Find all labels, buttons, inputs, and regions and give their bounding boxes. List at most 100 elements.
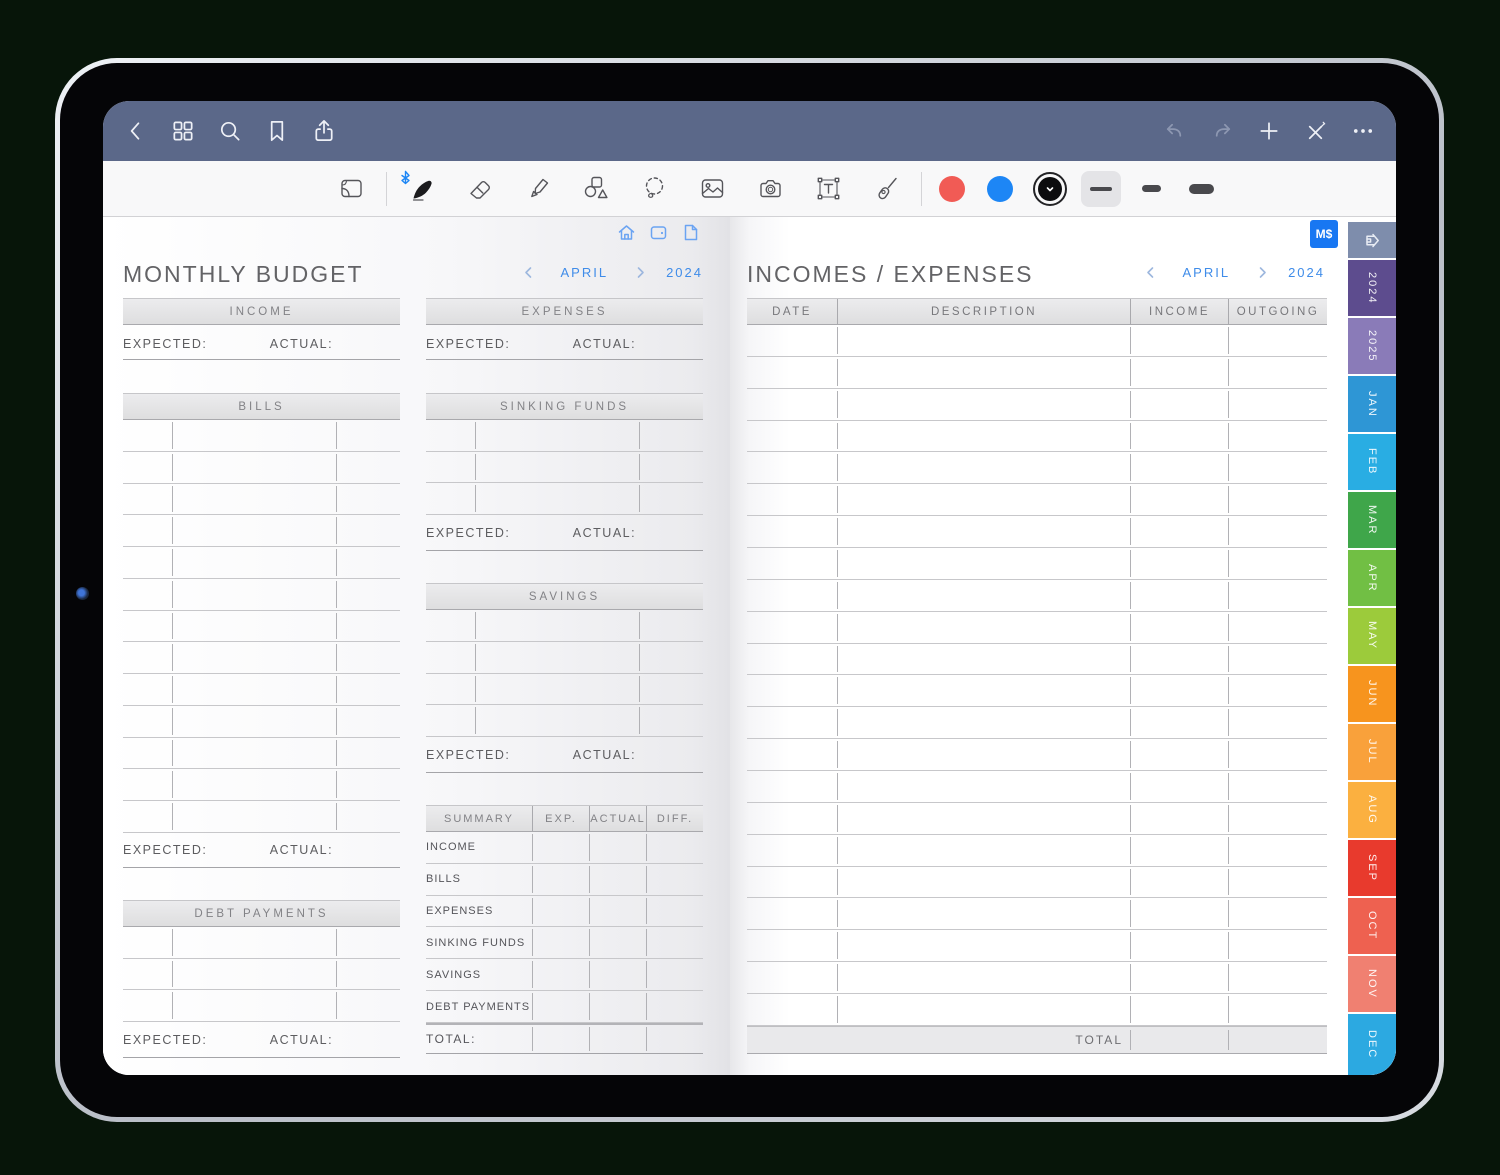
year-label[interactable]: 2024 xyxy=(666,265,703,280)
table-row[interactable] xyxy=(123,674,400,706)
table-row[interactable] xyxy=(747,644,1327,676)
lasso-tool-icon[interactable] xyxy=(640,174,668,204)
tab-jul[interactable]: JUL xyxy=(1348,724,1396,780)
transactions-total-row[interactable]: TOTAL xyxy=(747,1026,1327,1054)
search-icon[interactable] xyxy=(216,118,243,145)
table-row[interactable] xyxy=(123,769,400,802)
highlighter-tool-icon[interactable] xyxy=(524,174,552,204)
share-icon[interactable] xyxy=(310,118,337,145)
table-row[interactable] xyxy=(123,738,400,770)
stroke-thin-button[interactable] xyxy=(1081,170,1121,207)
tab-mar[interactable]: MAR xyxy=(1348,492,1396,548)
bills-expected-actual-row[interactable]: EXPECTED: ACTUAL: xyxy=(123,833,400,868)
back-icon[interactable] xyxy=(122,118,149,145)
tab-2024[interactable]: 2024 xyxy=(1348,260,1396,316)
table-row[interactable] xyxy=(747,484,1327,517)
image-tool-icon[interactable] xyxy=(698,174,726,204)
tab-jan[interactable]: JAN xyxy=(1348,376,1396,432)
year-label[interactable]: 2024 xyxy=(1288,265,1325,280)
table-row[interactable] xyxy=(123,452,400,484)
more-icon[interactable] xyxy=(1349,118,1376,145)
color-blue-swatch[interactable] xyxy=(987,175,1013,202)
shapes-tool-icon[interactable] xyxy=(582,174,610,204)
color-black-selected-swatch[interactable] xyxy=(1033,171,1067,206)
expenses-expected-actual-row[interactable]: EXPECTED: ACTUAL: xyxy=(426,329,703,360)
table-row[interactable] xyxy=(426,483,703,516)
close-pen-icon[interactable] xyxy=(1302,118,1329,145)
summary-row[interactable]: SINKING FUNDS xyxy=(426,927,703,960)
tab-feb[interactable]: FEB xyxy=(1348,434,1396,490)
prev-month-icon[interactable] xyxy=(521,264,537,280)
summary-row[interactable]: SAVINGS xyxy=(426,959,703,992)
table-row[interactable] xyxy=(747,803,1327,835)
laser-pointer-tool-icon[interactable] xyxy=(872,174,900,204)
next-month-icon[interactable] xyxy=(1254,264,1270,280)
debt-expected-actual-row[interactable]: EXPECTED: ACTUAL: xyxy=(123,1022,400,1058)
bookmark-icon[interactable] xyxy=(263,118,290,145)
table-row[interactable] xyxy=(747,707,1327,740)
table-row[interactable] xyxy=(426,420,703,452)
table-row[interactable] xyxy=(747,930,1327,963)
table-row[interactable] xyxy=(747,357,1327,389)
table-row[interactable] xyxy=(123,959,400,991)
table-row[interactable] xyxy=(123,579,400,611)
summary-row[interactable]: DEBT PAYMENTS xyxy=(426,991,703,1023)
camera-tool-icon[interactable] xyxy=(756,174,784,204)
table-row[interactable] xyxy=(747,994,1327,1026)
tab-may[interactable]: MAY xyxy=(1348,608,1396,664)
table-row[interactable] xyxy=(123,547,400,579)
savings-expected-actual-row[interactable]: EXPECTED: ACTUAL: xyxy=(426,737,703,773)
summary-row[interactable]: INCOME xyxy=(426,832,703,864)
tab-dec[interactable]: DEC xyxy=(1348,1014,1396,1075)
income-expected-actual-row[interactable]: EXPECTED: ACTUAL: xyxy=(123,329,400,360)
table-row[interactable] xyxy=(747,548,1327,580)
table-row[interactable] xyxy=(123,927,400,959)
table-row[interactable] xyxy=(123,515,400,548)
table-row[interactable] xyxy=(747,421,1327,453)
table-row[interactable] xyxy=(747,580,1327,612)
tab-sep[interactable]: SEP xyxy=(1348,840,1396,896)
text-tool-icon[interactable] xyxy=(814,174,842,204)
table-row[interactable] xyxy=(747,516,1327,549)
summary-row[interactable]: EXPENSES xyxy=(426,896,703,928)
table-row[interactable] xyxy=(426,642,703,674)
table-row[interactable] xyxy=(747,867,1327,899)
table-row[interactable] xyxy=(123,611,400,643)
table-row[interactable] xyxy=(747,898,1327,931)
stroke-medium-button[interactable] xyxy=(1131,171,1171,207)
tab-oct[interactable]: OCT xyxy=(1348,898,1396,954)
table-row[interactable] xyxy=(747,675,1327,708)
tab-nov[interactable]: NOV xyxy=(1348,956,1396,1012)
prev-month-icon[interactable] xyxy=(1143,264,1159,280)
document-icon[interactable] xyxy=(681,223,700,242)
table-row[interactable] xyxy=(747,962,1327,995)
table-row[interactable] xyxy=(123,642,400,675)
table-row[interactable] xyxy=(426,674,703,706)
table-row[interactable] xyxy=(747,835,1327,867)
table-row[interactable] xyxy=(123,420,400,452)
table-row[interactable] xyxy=(747,739,1327,772)
table-row[interactable] xyxy=(123,706,400,738)
table-row[interactable] xyxy=(123,484,400,516)
grid-icon[interactable] xyxy=(169,118,196,145)
color-red-swatch[interactable] xyxy=(939,175,965,202)
next-month-icon[interactable] xyxy=(632,264,648,280)
redo-icon[interactable] xyxy=(1208,118,1235,145)
table-row[interactable] xyxy=(747,389,1327,421)
table-row[interactable] xyxy=(747,325,1327,357)
table-row[interactable] xyxy=(426,452,703,484)
stroke-thick-button[interactable] xyxy=(1181,171,1221,207)
table-row[interactable] xyxy=(747,612,1327,644)
month-label[interactable]: APRIL xyxy=(561,265,609,280)
tab-2025[interactable]: 2025 xyxy=(1348,318,1396,374)
tab-home[interactable] xyxy=(1348,222,1396,258)
summary-row[interactable]: BILLS xyxy=(426,864,703,896)
tab-aug[interactable]: AUG xyxy=(1348,782,1396,838)
table-row[interactable] xyxy=(747,452,1327,485)
eraser-tool-icon[interactable] xyxy=(466,174,494,204)
tab-apr[interactable]: APR xyxy=(1348,550,1396,606)
wallet-icon[interactable] xyxy=(649,223,668,242)
sinking-expected-actual-row[interactable]: EXPECTED: ACTUAL: xyxy=(426,515,703,551)
table-row[interactable] xyxy=(426,705,703,737)
table-row[interactable] xyxy=(123,801,400,833)
